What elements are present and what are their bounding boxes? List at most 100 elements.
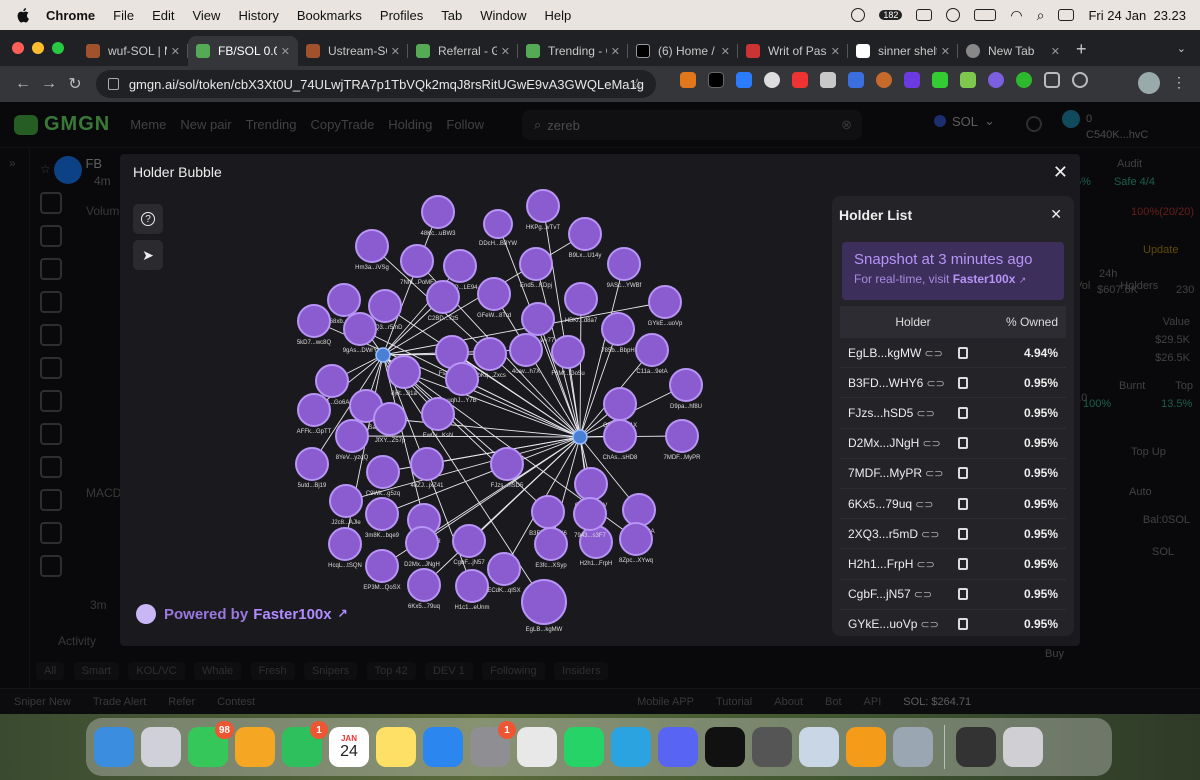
link-icon[interactable]: ⊂⊃ xyxy=(922,438,940,450)
zoom-window-button[interactable] xyxy=(52,42,64,54)
holder-bubble[interactable] xyxy=(365,497,399,531)
browser-tab[interactable]: wuf-SOL | M ✕ xyxy=(78,36,188,66)
holder-bubble[interactable] xyxy=(526,189,560,223)
forward-button[interactable]: → xyxy=(36,75,62,93)
holder-bubble[interactable] xyxy=(373,402,407,436)
holder-row[interactable]: EgLB...kgMW ⊂⊃ 4.94% xyxy=(840,338,1066,369)
holder-address[interactable]: 2XQ3...r5mD ⊂⊃ xyxy=(840,527,954,541)
close-tab-icon[interactable]: ✕ xyxy=(1051,45,1060,58)
browser-tab[interactable]: Trending - G ✕ xyxy=(518,36,628,66)
holder-row[interactable]: GYkE...uoVp ⊂⊃ 0.95% xyxy=(840,610,1066,636)
copy-icon[interactable] xyxy=(958,437,969,450)
chatgpt-icon[interactable] xyxy=(705,727,745,767)
holder-bubble[interactable] xyxy=(365,549,399,583)
extension-icon[interactable] xyxy=(1016,72,1032,88)
link-icon[interactable]: ⊂⊃ xyxy=(926,378,944,390)
holder-address[interactable]: 6Kx5...79uq ⊂⊃ xyxy=(840,497,954,511)
holder-bubble[interactable] xyxy=(603,387,637,421)
holder-bubble[interactable] xyxy=(410,447,444,481)
holder-bubble[interactable] xyxy=(366,455,400,489)
menu-file[interactable]: File xyxy=(113,8,134,23)
site-info-icon[interactable] xyxy=(108,78,119,90)
close-tab-icon[interactable]: ✕ xyxy=(611,45,620,58)
tab-search-chevron-icon[interactable]: ⌄ xyxy=(1177,42,1186,55)
link-icon[interactable]: ⊂⊃ xyxy=(916,559,934,571)
metamask-extension-icon[interactable] xyxy=(680,72,696,88)
chrome-menu-icon[interactable]: ⋮ xyxy=(1172,74,1186,91)
discord-icon[interactable] xyxy=(658,727,698,767)
wifi-icon[interactable]: ◠ xyxy=(1010,7,1022,24)
menu-chrome[interactable]: Chrome xyxy=(46,8,95,23)
holder-bubble[interactable] xyxy=(519,247,553,281)
holder-row[interactable]: 6Kx5...79uq ⊂⊃ 0.95% xyxy=(840,489,1066,520)
link-icon[interactable]: ⊂⊃ xyxy=(921,529,939,541)
holder-bubble[interactable] xyxy=(315,364,349,398)
holder-row[interactable]: 2XQ3...r5mD ⊂⊃ 0.95% xyxy=(840,519,1066,550)
facetime-icon[interactable]: 1 xyxy=(282,721,328,767)
calculator-icon[interactable] xyxy=(752,727,792,767)
holder-bubble[interactable] xyxy=(335,419,369,453)
holder-bubble[interactable] xyxy=(368,289,402,323)
browser-tab[interactable]: (6) Home / X ✕ xyxy=(628,36,738,66)
holder-bubble[interactable] xyxy=(329,484,363,518)
holder-bubble[interactable] xyxy=(521,579,567,625)
close-tab-icon[interactable]: ✕ xyxy=(501,45,510,58)
holder-bubble[interactable] xyxy=(490,447,524,481)
holder-row[interactable]: H2h1...FrpH ⊂⊃ 0.95% xyxy=(840,549,1066,580)
holder-row[interactable]: 7MDF...MyPR ⊂⊃ 0.95% xyxy=(840,459,1066,489)
holder-bubble[interactable] xyxy=(531,495,565,529)
holder-address[interactable]: CgbF...jN57 ⊂⊃ xyxy=(840,587,954,601)
browser-tab[interactable]: Writ of Pass ✕ xyxy=(738,36,848,66)
holder-bubble[interactable] xyxy=(607,247,641,281)
holder-bubble[interactable] xyxy=(601,312,635,346)
holder-bubble[interactable] xyxy=(400,244,434,278)
battery-icon[interactable] xyxy=(974,9,997,21)
holder-bubble[interactable] xyxy=(421,195,455,229)
menu-bookmarks[interactable]: Bookmarks xyxy=(297,8,362,23)
back-button[interactable]: ← xyxy=(10,75,36,93)
extension-icon[interactable] xyxy=(876,72,892,88)
iphone-mirroring-icon[interactable] xyxy=(893,727,933,767)
menu-profiles[interactable]: Profiles xyxy=(380,8,423,23)
system-settings-icon[interactable]: 1 xyxy=(470,721,516,767)
holder-bubble[interactable] xyxy=(443,249,477,283)
telegram-icon[interactable] xyxy=(611,727,651,767)
holder-bubble[interactable] xyxy=(455,569,489,603)
holder-bubble[interactable] xyxy=(669,368,703,402)
menu-tab[interactable]: Tab xyxy=(441,8,462,23)
chatgpt-status-icon[interactable] xyxy=(851,8,866,22)
extension-icon[interactable] xyxy=(764,72,780,88)
holder-bubble[interactable] xyxy=(445,362,479,396)
profile-avatar[interactable] xyxy=(1138,72,1160,94)
holder-address[interactable]: 7MDF...MyPR ⊂⊃ xyxy=(840,466,954,480)
holder-address[interactable]: B3FD...WHY6 ⊂⊃ xyxy=(840,376,954,390)
extension-icon[interactable] xyxy=(736,72,752,88)
extension-icon[interactable] xyxy=(960,72,976,88)
copy-icon[interactable] xyxy=(958,346,969,359)
copy-icon[interactable] xyxy=(958,467,969,480)
close-tab-icon[interactable]: ✕ xyxy=(831,45,840,58)
holder-bubble[interactable] xyxy=(387,355,421,389)
new-tab-button[interactable]: + xyxy=(1076,39,1087,60)
holder-bubble[interactable] xyxy=(421,397,455,431)
holder-bubble[interactable] xyxy=(407,568,441,602)
holder-bubble[interactable] xyxy=(327,283,361,317)
copy-icon[interactable] xyxy=(958,588,969,601)
airdrop-icon[interactable] xyxy=(946,8,961,22)
link-icon[interactable]: ⊂⊃ xyxy=(914,589,932,601)
extension-icon[interactable] xyxy=(708,72,724,88)
close-modal-icon[interactable]: ✕ xyxy=(1053,162,1068,183)
chrome-icon[interactable] xyxy=(517,727,557,767)
holder-bubble[interactable] xyxy=(573,497,607,531)
screen-mirror-icon[interactable] xyxy=(916,9,933,21)
extension-icon[interactable] xyxy=(932,72,948,88)
extension-icon[interactable] xyxy=(904,72,920,88)
holder-bubble[interactable] xyxy=(355,229,389,263)
photos-icon[interactable] xyxy=(235,727,275,767)
browser-tab[interactable]: New Tab ✕ xyxy=(958,36,1068,66)
holder-address[interactable]: EgLB...kgMW ⊂⊃ xyxy=(840,346,954,360)
browser-tab-active[interactable]: FB/SOL 0.00 ✕ xyxy=(188,36,298,66)
holder-bubble[interactable] xyxy=(551,335,585,369)
holder-bubble[interactable] xyxy=(521,302,555,336)
holder-bubble[interactable] xyxy=(452,524,486,558)
